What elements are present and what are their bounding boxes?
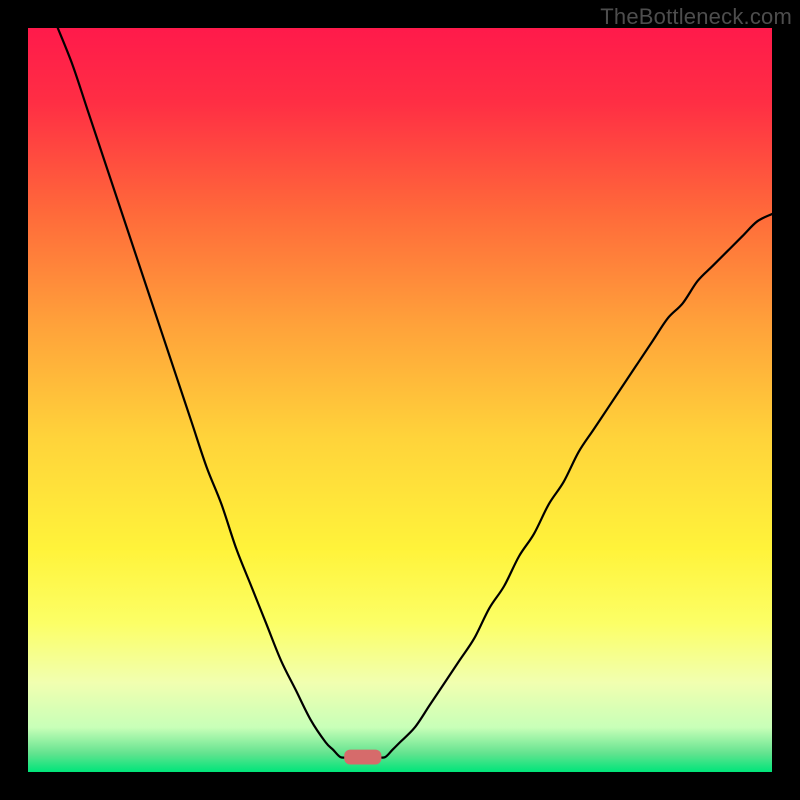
watermark-text: TheBottleneck.com bbox=[600, 4, 792, 30]
gradient-background bbox=[28, 28, 772, 772]
optimal-marker bbox=[344, 750, 381, 765]
bottleneck-chart bbox=[28, 28, 772, 772]
plot-frame bbox=[28, 28, 772, 772]
